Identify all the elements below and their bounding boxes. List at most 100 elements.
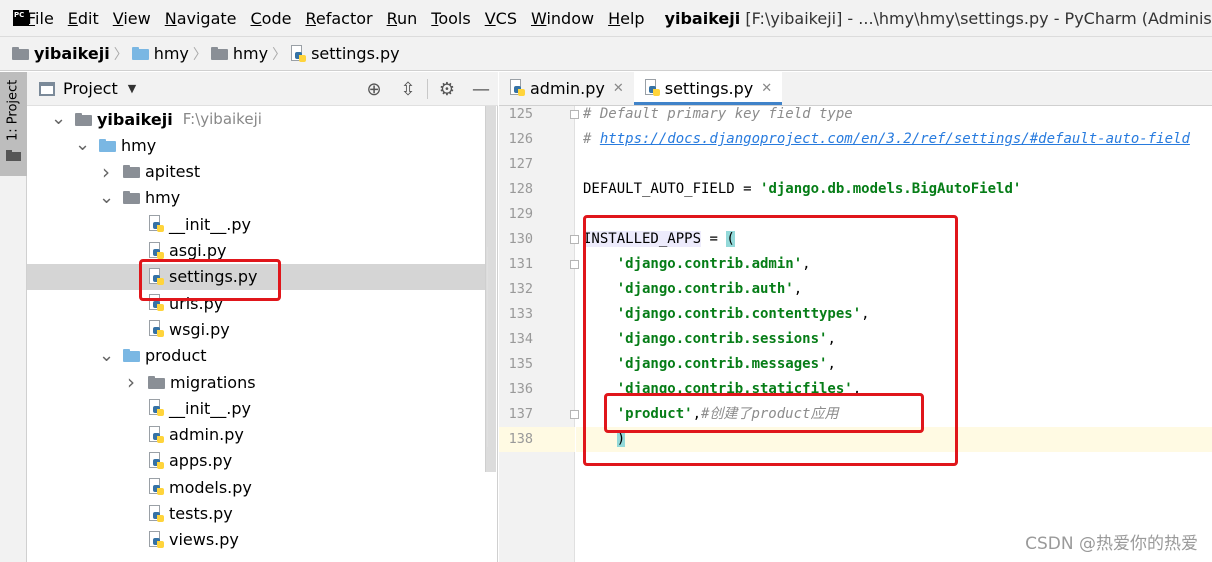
tree-item[interactable]: ›settings.py — [27, 263, 485, 290]
tree-item[interactable]: ›__init__.py — [27, 211, 485, 237]
tree-item[interactable]: › migrations — [27, 369, 485, 395]
tree-item[interactable]: ›__init__.py — [27, 395, 485, 421]
project-panel-tools: ⊕ ⇳ ⚙ — — [357, 72, 498, 106]
chevron-right-icon[interactable]: › — [99, 160, 113, 184]
code-line: ) — [616, 431, 626, 447]
python-file-icon — [148, 267, 164, 286]
watermark: CSDN @热爱你的热爱 — [1025, 534, 1198, 554]
chevron-right-icon: 〉 — [272, 46, 287, 63]
tree-item-path-hint: F:\yibaikeji — [182, 110, 262, 128]
gear-icon[interactable]: ⚙ — [430, 72, 464, 106]
close-icon[interactable]: ✕ — [761, 81, 772, 96]
tree-item[interactable]: ›tests.py — [27, 501, 485, 527]
tree-item-label: product — [145, 346, 207, 366]
python-file-icon — [148, 294, 164, 312]
project-panel-title[interactable]: Project — [63, 79, 118, 98]
folder-icon — [123, 349, 140, 363]
project-tool-tab-label: 1: Project — [5, 79, 21, 141]
python-file-icon — [148, 478, 164, 496]
toolbar-divider — [427, 79, 428, 99]
tab-admin-py[interactable]: admin.py ✕ — [499, 71, 634, 105]
tree-item-label: settings.py — [169, 267, 258, 287]
chevron-down-icon[interactable]: ▼ — [128, 82, 136, 95]
tab-settings-py[interactable]: settings.py ✕ — [633, 71, 783, 105]
menu-edit[interactable]: Edit — [68, 9, 99, 28]
breadcrumb-item-hmy[interactable]: hmy — [131, 44, 189, 63]
tree-item-label: hmy — [121, 135, 157, 155]
breadcrumb-item-file[interactable]: settings.py — [290, 44, 400, 63]
tree-item[interactable]: ⌄ yibaikeji F:\yibaikeji — [27, 106, 485, 132]
tree-item[interactable]: ⌄ product — [27, 343, 485, 369]
python-file-icon — [148, 241, 164, 260]
minimize-icon[interactable]: — — [464, 72, 498, 106]
tree-item[interactable]: ›models.py — [27, 474, 485, 500]
line-number: 128 — [508, 181, 533, 197]
python-file-icon — [644, 79, 660, 97]
code-area[interactable]: # Default primary key field type # https:… — [576, 106, 1212, 562]
tree-item[interactable]: ›views.py — [27, 527, 485, 553]
menu-bar: PC File Edit View Navigate Code Refactor Run To… — [0, 0, 1212, 36]
tree-item[interactable]: ›asgi.py — [27, 238, 485, 264]
code-line: DEFAULT_AUTO_FIELD = 'django.db.models.B… — [583, 181, 1022, 197]
folder-icon — [123, 191, 140, 205]
line-number-gutter: 125 126 127 128 129 130 131 132 133 134 135 136 137 1… — [487, 106, 579, 562]
collapse-icon[interactable]: ⇳ — [391, 72, 425, 106]
menu-view[interactable]: View — [113, 9, 151, 28]
menu-vcs[interactable]: VCS — [485, 9, 517, 28]
editor: admin.py ✕ settings.py ✕ 125 126 127 128 129 130… — [487, 71, 1212, 562]
code-line: 'django.contrib.staticfiles', — [616, 381, 862, 397]
chevron-down-icon[interactable]: ⌄ — [99, 346, 114, 364]
tree-item[interactable]: ›wsgi.py — [27, 316, 485, 342]
tree-item-label: apps.py — [169, 451, 233, 471]
line-number: 130 — [508, 231, 533, 247]
editor-tabs: admin.py ✕ settings.py ✕ — [499, 71, 1212, 106]
breadcrumb-item-hmy-inner[interactable]: hmy — [210, 44, 268, 63]
code-line: # Default primary key field type — [583, 106, 853, 122]
folder-icon — [210, 47, 228, 60]
window-icon — [39, 81, 55, 96]
code-line: 'product',#创建了product应用 — [616, 406, 839, 422]
breadcrumb: yibaikeji 〉 hmy 〉 hmy 〉 settings.py — [0, 36, 1212, 71]
folder-icon — [75, 112, 92, 126]
menu-run[interactable]: Run — [387, 9, 418, 28]
python-file-icon — [509, 79, 525, 97]
chevron-right-icon[interactable]: › — [124, 370, 138, 394]
tree-item-label: migrations — [170, 372, 256, 392]
project-tool-tab[interactable]: 1: Project — [0, 72, 27, 176]
line-number: 138 — [508, 431, 533, 447]
menu-tools[interactable]: Tools — [431, 9, 470, 28]
python-file-icon — [148, 399, 164, 417]
tree-item-label: __init__.py — [169, 398, 252, 418]
menu-code[interactable]: Code — [251, 9, 292, 28]
python-file-icon — [148, 425, 164, 444]
window-title-project: yibaikeji — [664, 8, 741, 28]
left-tool-strip: 1: Project — [0, 72, 27, 562]
folder-icon — [148, 375, 165, 389]
breadcrumb-item-project[interactable]: yibaikeji — [12, 44, 110, 63]
python-file-icon — [148, 215, 164, 233]
menu-window[interactable]: Window — [531, 9, 594, 28]
tree-item[interactable]: ›admin.py — [27, 422, 485, 448]
crosshair-icon[interactable]: ⊕ — [357, 72, 391, 106]
chevron-down-icon[interactable]: ⌄ — [99, 188, 114, 206]
chevron-down-icon[interactable]: ⌄ — [75, 136, 90, 154]
tree-item[interactable]: ›apps.py — [27, 448, 485, 474]
tree-item-label: admin.py — [169, 425, 244, 445]
project-panel: Project ▼ ⊕ ⇳ ⚙ — ⌄ yibaikeji F:\yibaikeji… — [27, 72, 498, 562]
tree-item[interactable]: ⌄ hmy — [27, 185, 485, 211]
close-icon[interactable]: ✕ — [613, 81, 624, 96]
chevron-down-icon[interactable]: ⌄ — [51, 110, 66, 128]
menu-file[interactable]: File — [27, 9, 54, 28]
menu-navigate[interactable]: Navigate — [165, 9, 237, 28]
folder-icon — [123, 165, 140, 179]
line-number: 135 — [508, 356, 533, 372]
line-number: 134 — [508, 331, 533, 347]
menu-refactor[interactable]: Refactor — [305, 9, 372, 28]
tree-item[interactable]: ›urls.py — [27, 290, 485, 316]
tree-item[interactable]: ⌄ hmy — [27, 132, 485, 158]
tree-item[interactable]: › apitest — [27, 159, 485, 185]
current-line-highlight — [576, 427, 1212, 452]
menu-help[interactable]: Help — [608, 9, 644, 28]
tree-item-label: asgi.py — [169, 241, 227, 260]
code-line: 'django.contrib.admin', — [616, 256, 811, 272]
